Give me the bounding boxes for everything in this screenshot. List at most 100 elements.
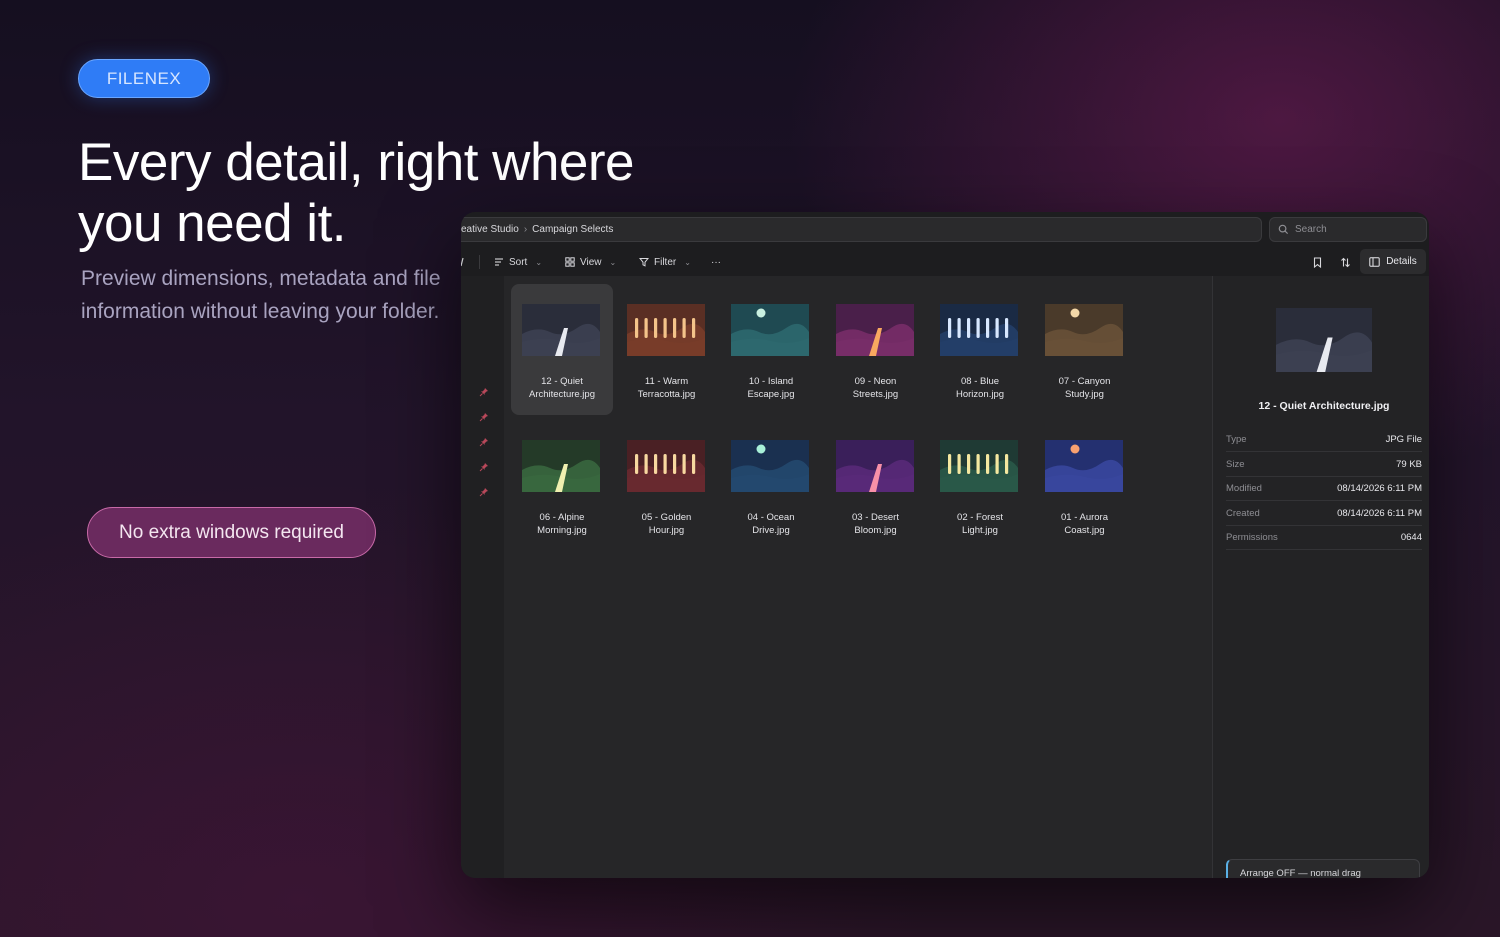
status-toast: Arrange OFF — normal drag [1226,859,1420,878]
file-name-line: 07 - Canyon [1058,376,1111,387]
brand-badge: FILENEX [78,59,210,98]
bookmark-icon [1313,256,1322,268]
file-name-label: 05 - Golden Hour.jpg [616,512,718,537]
file-name-line: 03 - Desert [852,512,899,523]
file-name-label: 08 - Blue Horizon.jpg [929,376,1031,401]
sort-icon [495,258,503,266]
file-thumbnail [835,304,914,356]
view-button[interactable]: View ⌄ [565,249,616,275]
file-tile[interactable]: 04 - Ocean Drive.jpg [720,420,822,551]
pin-icon[interactable] [479,387,489,397]
bookmark-button[interactable] [1313,249,1322,275]
file-name-line: Escape.jpg [747,388,795,400]
details-panel: 12 - Quiet Architecture.jpg Type JPG File… [1212,276,1429,878]
file-tile[interactable]: 05 - Golden Hour.jpg [616,420,718,551]
partial-toolbar-icon[interactable] [461,249,465,275]
sort-button[interactable]: Sort ⌄ [494,249,542,275]
metadata-value: 79 KB [1396,458,1422,470]
details-toggle-button[interactable]: Details [1360,249,1426,274]
file-name-line: Terracotta.jpg [637,388,696,400]
metadata-key: Type [1226,434,1247,445]
file-name-label: 03 - Desert Bloom.jpg [825,512,927,537]
chevron-down-icon: ⌄ [535,257,543,267]
metadata-row: Permissions 0644 [1226,526,1422,550]
file-name-line: 02 - Forest [957,512,1003,523]
chevron-right-icon: › [523,224,528,235]
pin-icon[interactable] [479,437,489,447]
file-tile[interactable]: 08 - Blue Horizon.jpg [929,284,1031,415]
file-name-line: Bloom.jpg [854,524,897,536]
file-tile[interactable]: 09 - Neon Streets.jpg [825,284,927,415]
file-tile[interactable]: 12 - Quiet Architecture.jpg [511,284,613,415]
metadata-value: 08/14/2026 6:11 PM [1337,483,1422,494]
more-options-button[interactable]: ··· [711,249,721,275]
file-thumbnail [522,440,600,492]
file-thumbnail [731,440,809,492]
swap-order-button[interactable] [1340,249,1351,275]
file-thumbnail [1044,440,1123,492]
metadata-row: Size 79 KB [1226,453,1422,477]
pin-icon[interactable] [479,487,489,497]
toolbar-divider [479,255,480,269]
file-name-line: 12 - Quiet [541,376,583,387]
file-name-line: 04 - Ocean [747,512,795,523]
breadcrumb-item-parent[interactable]: eative Studio [461,224,519,235]
file-name-line: 09 - Neon [854,376,897,387]
sidebar-panel-icon [1369,256,1380,267]
metadata-key: Modified [1226,483,1262,494]
metadata-value: 08/14/2026 6:11 PM [1337,507,1422,519]
search-placeholder: Search [1295,224,1327,235]
title-bar: eative Studio › Campaign Selects Search [461,212,1429,248]
pin-icon[interactable] [479,412,489,422]
file-name-line: 05 - Golden [641,512,692,523]
metadata-value: JPG File [1385,434,1422,445]
search-icon [1278,224,1289,235]
file-name-line: Coast.jpg [1064,524,1105,536]
breadcrumb[interactable]: eative Studio › Campaign Selects [461,217,1262,242]
file-name-line: Streets.jpg [852,388,899,400]
sidebar [461,276,504,878]
file-name-line: 11 - Warm [644,376,689,387]
file-tile[interactable]: 11 - Warm Terracotta.jpg [616,284,718,415]
file-name-line: 01 - Aurora [1061,512,1108,523]
breadcrumb-item-current[interactable]: Campaign Selects [532,224,613,235]
file-name-line: Hour.jpg [648,524,685,536]
file-name-line: Light.jpg [962,524,998,536]
file-tile[interactable]: 01 - Aurora Coast.jpg [1034,420,1136,551]
file-tile[interactable]: 10 - Island Escape.jpg [720,284,822,415]
file-name-line: Architecture.jpg [528,388,595,400]
file-name-line: Morning.jpg [537,524,587,536]
file-grid: 12 - Quiet Architecture.jpg 11 - Warm Terra… [504,276,1212,878]
file-name-label: 12 - Quiet Architecture.jpg [511,376,613,401]
pin-icon[interactable] [479,462,489,472]
more-icon: ··· [711,256,721,268]
metadata-value: 0644 [1400,532,1422,543]
filter-button[interactable]: Filter ⌄ [639,249,691,275]
file-name-line: 06 - Alpine [539,512,585,523]
file-name-line: Drive.jpg [752,524,790,536]
file-thumbnail [940,304,1018,356]
file-tile[interactable]: 02 - Forest Light.jpg [929,420,1031,551]
file-name-label: 11 - Warm Terracotta.jpg [616,376,718,401]
file-tile[interactable]: 06 - Alpine Morning.jpg [511,420,613,551]
file-name-line: 10 - Island [748,376,794,387]
metadata-key: Permissions [1226,532,1278,543]
chevron-down-icon: ⌄ [609,257,617,267]
file-name-line: Study.jpg [1065,388,1104,400]
metadata-key: Created [1226,507,1260,519]
feature-pill: No extra windows required [87,507,376,558]
preview-filename: 12 - Quiet Architecture.jpg [1258,400,1390,412]
file-name-line: 08 - Blue [960,376,1000,387]
file-name-label: 04 - Ocean Drive.jpg [720,512,822,537]
search-input[interactable]: Search [1269,217,1427,242]
file-thumbnail [626,440,705,492]
file-name-label: 10 - Island Escape.jpg [720,376,822,401]
metadata-row: Created 08/14/2026 6:11 PM [1226,502,1422,526]
metadata-key: Size [1226,458,1245,470]
file-name-label: 02 - Forest Light.jpg [929,512,1031,537]
chevron-down-icon: ⌄ [684,257,691,267]
file-tile[interactable]: 03 - Desert Bloom.jpg [825,420,927,551]
file-thumbnail [1044,304,1123,356]
file-name-line: Horizon.jpg [955,388,1005,400]
file-tile[interactable]: 07 - Canyon Study.jpg [1034,284,1136,415]
